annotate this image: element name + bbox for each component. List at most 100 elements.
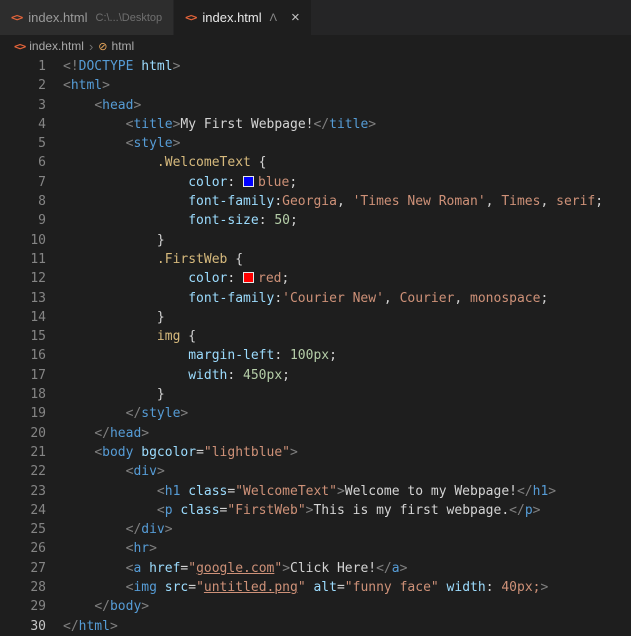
- code-token: ": [196, 580, 204, 595]
- line-number[interactable]: 13: [0, 289, 63, 308]
- code-line[interactable]: 23 <h1 class="WelcomeText">Welcome to my…: [0, 482, 631, 501]
- line-number[interactable]: 11: [0, 250, 63, 269]
- line-number[interactable]: 3: [0, 96, 63, 115]
- line-number[interactable]: 22: [0, 462, 63, 481]
- line-number[interactable]: 28: [0, 578, 63, 597]
- code-token: }: [157, 387, 165, 402]
- code-line[interactable]: 15 img {: [0, 327, 631, 346]
- code-token: Click Here!: [290, 561, 376, 576]
- code-line[interactable]: 20 </head>: [0, 424, 631, 443]
- code-line[interactable]: 17 width: 450px;: [0, 366, 631, 385]
- line-number[interactable]: 14: [0, 308, 63, 327]
- line-number[interactable]: 9: [0, 211, 63, 230]
- breadcrumb-item-file[interactable]: <> index.html: [14, 39, 84, 53]
- tab-index-html-1[interactable]: <> index.html C:\...\Desktop: [0, 0, 174, 35]
- color-swatch-blue[interactable]: [243, 176, 254, 187]
- code-line[interactable]: 14 }: [0, 308, 631, 327]
- code-token: p: [165, 503, 173, 518]
- code-token: style: [133, 136, 172, 151]
- line-number[interactable]: 20: [0, 424, 63, 443]
- line-number[interactable]: 19: [0, 404, 63, 423]
- tab-index-html-2[interactable]: <> index.html Λ ×: [174, 0, 312, 35]
- line-number[interactable]: 30: [0, 617, 63, 636]
- breadcrumb-item-html[interactable]: ⊘ html: [98, 39, 134, 53]
- code-line[interactable]: 27 <a href="google.com">Click Here!</a>: [0, 559, 631, 578]
- code-text: <style>: [63, 134, 180, 153]
- code-token: [63, 329, 157, 344]
- code-line[interactable]: 18 }: [0, 385, 631, 404]
- code-text: <!DOCTYPE html>: [63, 57, 180, 76]
- code-line[interactable]: 4 <title>My First Webpage!</title>: [0, 115, 631, 134]
- code-line[interactable]: 1<!DOCTYPE html>: [0, 57, 631, 76]
- line-number[interactable]: 27: [0, 559, 63, 578]
- code-line[interactable]: 10 }: [0, 231, 631, 250]
- code-token: margin-left: [188, 348, 274, 363]
- line-number[interactable]: 25: [0, 520, 63, 539]
- code-token: </: [517, 484, 533, 499]
- code-token: [439, 580, 447, 595]
- code-line[interactable]: 2<html>: [0, 76, 631, 95]
- code-token: [63, 98, 94, 113]
- color-swatch-red[interactable]: [243, 272, 254, 283]
- code-line[interactable]: 25 </div>: [0, 520, 631, 539]
- line-number[interactable]: 4: [0, 115, 63, 134]
- line-number[interactable]: 8: [0, 192, 63, 211]
- code-token: [63, 406, 126, 421]
- code-line[interactable]: 22 <div>: [0, 462, 631, 481]
- code-line[interactable]: 11 .FirstWeb {: [0, 250, 631, 269]
- line-number[interactable]: 23: [0, 482, 63, 501]
- code-token: title: [133, 117, 172, 132]
- code-line[interactable]: 30</html>: [0, 617, 631, 636]
- code-line[interactable]: 16 margin-left: 100px;: [0, 346, 631, 365]
- code-text: <html>: [63, 76, 110, 95]
- code-token: <: [94, 98, 102, 113]
- line-number[interactable]: 12: [0, 269, 63, 288]
- line-number[interactable]: 2: [0, 76, 63, 95]
- line-number[interactable]: 7: [0, 173, 63, 192]
- code-line[interactable]: 7 color: blue;: [0, 173, 631, 192]
- code-token: ": [274, 561, 282, 576]
- line-number[interactable]: 26: [0, 539, 63, 558]
- code-line[interactable]: 21 <body bgcolor="lightblue">: [0, 443, 631, 462]
- code-token: [63, 136, 126, 151]
- code-token: img: [157, 329, 180, 344]
- line-number[interactable]: 17: [0, 366, 63, 385]
- code-line[interactable]: 19 </style>: [0, 404, 631, 423]
- code-line[interactable]: 9 font-size: 50;: [0, 211, 631, 230]
- code-line[interactable]: 5 <style>: [0, 134, 631, 153]
- code-token: >: [540, 580, 548, 595]
- code-token: google.com: [196, 561, 274, 576]
- code-line[interactable]: 13 font-family:'Courier New', Courier, m…: [0, 289, 631, 308]
- close-tab-icon[interactable]: ×: [291, 10, 300, 25]
- code-token: font-family: [188, 291, 274, 306]
- line-number[interactable]: 6: [0, 153, 63, 172]
- code-token: ;: [595, 194, 603, 209]
- code-line[interactable]: 3 <head>: [0, 96, 631, 115]
- code-area: 1<!DOCTYPE html>2<html>3 <head>4 <title>…: [0, 57, 631, 636]
- code-token: >: [282, 561, 290, 576]
- line-number[interactable]: 21: [0, 443, 63, 462]
- line-number[interactable]: 18: [0, 385, 63, 404]
- line-number[interactable]: 16: [0, 346, 63, 365]
- code-token: [63, 561, 126, 576]
- line-number[interactable]: 29: [0, 597, 63, 616]
- line-number[interactable]: 24: [0, 501, 63, 520]
- line-number[interactable]: 1: [0, 57, 63, 76]
- code-token: monospace: [470, 291, 540, 306]
- code-token: head: [102, 98, 133, 113]
- code-token: >: [533, 503, 541, 518]
- code-line[interactable]: 8 font-family:Georgia, 'Times New Roman'…: [0, 192, 631, 211]
- code-line[interactable]: 12 color: red;: [0, 269, 631, 288]
- code-line[interactable]: 24 <p class="FirstWeb">This is my first …: [0, 501, 631, 520]
- code-line[interactable]: 26 <hr>: [0, 539, 631, 558]
- code-text: .WelcomeText {: [63, 153, 267, 172]
- code-token: div: [133, 464, 156, 479]
- code-token: >: [290, 445, 298, 460]
- code-line[interactable]: 28 <img src="untitled.png" alt="funny fa…: [0, 578, 631, 597]
- code-token: "WelcomeText": [235, 484, 337, 499]
- code-line[interactable]: 29 </body>: [0, 597, 631, 616]
- line-number[interactable]: 15: [0, 327, 63, 346]
- code-line[interactable]: 6 .WelcomeText {: [0, 153, 631, 172]
- line-number[interactable]: 5: [0, 134, 63, 153]
- line-number[interactable]: 10: [0, 231, 63, 250]
